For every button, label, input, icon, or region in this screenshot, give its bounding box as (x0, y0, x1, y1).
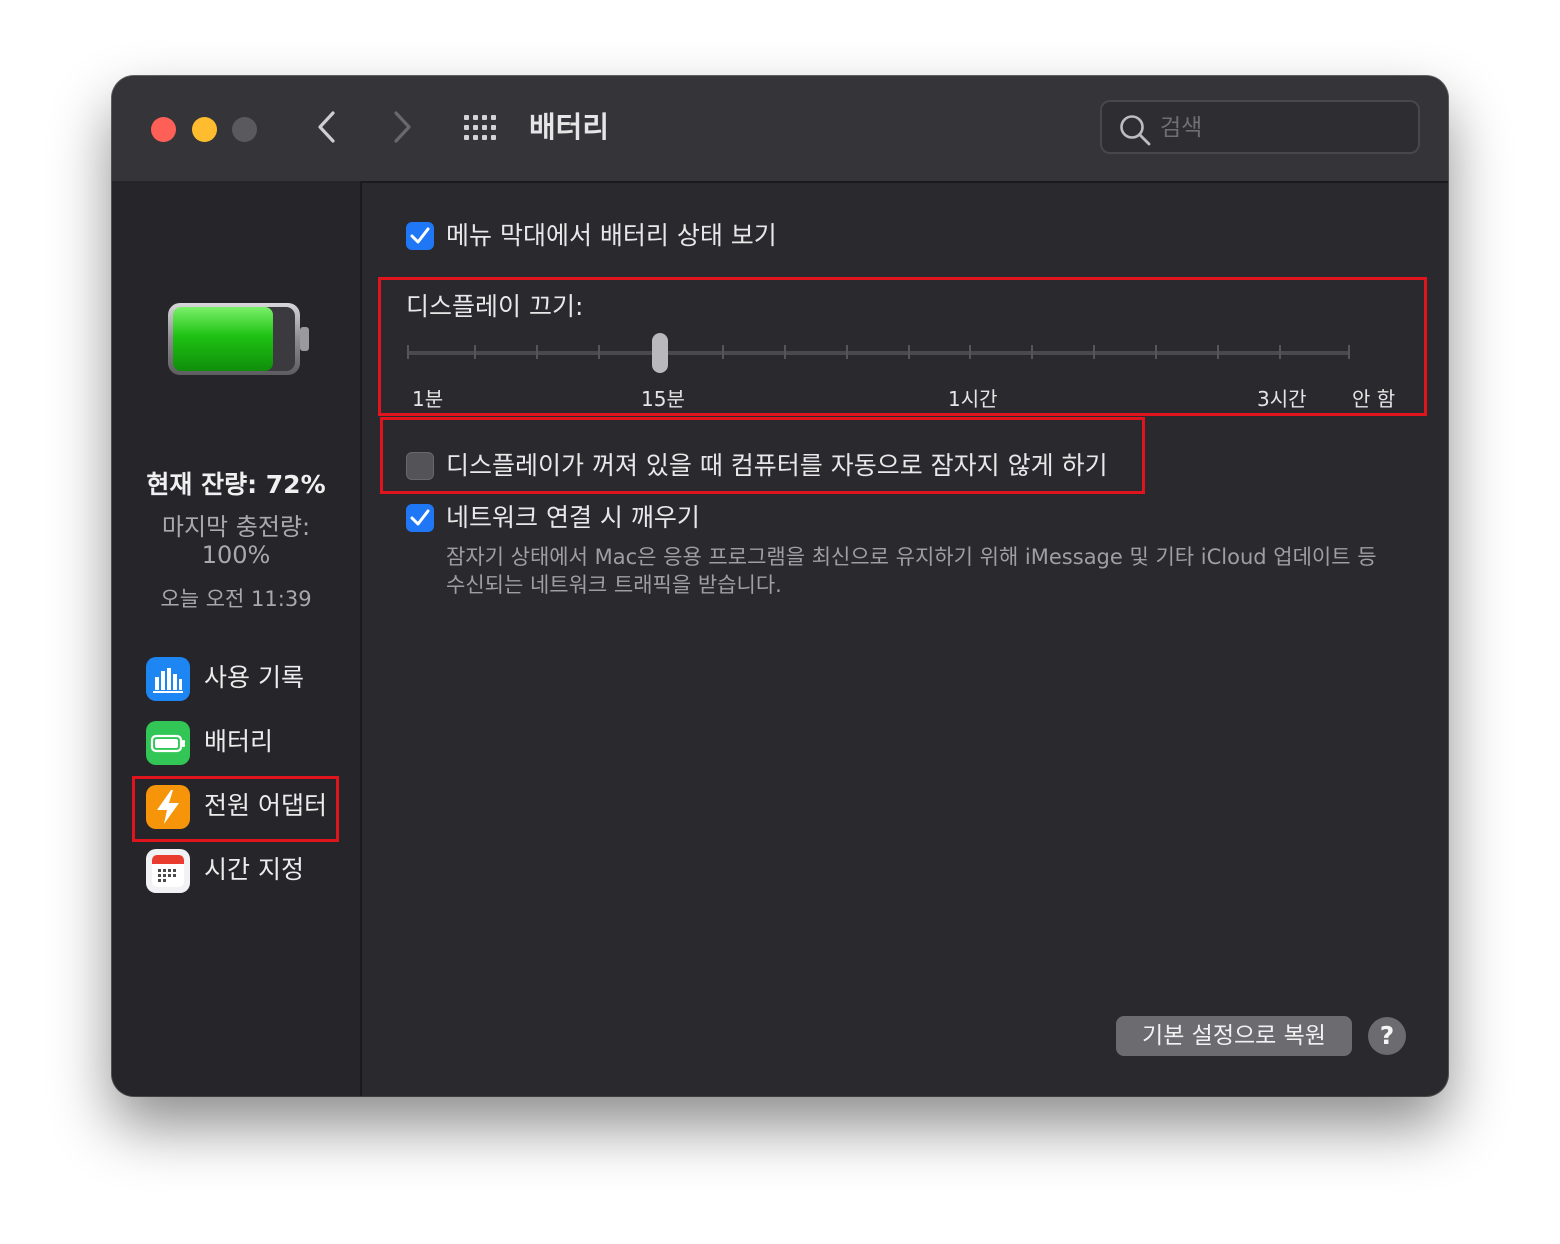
wake-network-checkbox[interactable] (406, 504, 434, 532)
checkmark-icon (410, 509, 430, 526)
search-field[interactable] (1100, 100, 1420, 154)
wake-network-description-line2: 수신되는 네트워크 트래픽을 받습니다. (446, 573, 782, 597)
help-button[interactable]: ? (1368, 1017, 1406, 1055)
sidebar-item-label: 사용 기록 (204, 663, 304, 692)
sidebar-item-label: 배터리 (204, 727, 274, 756)
battery-icon (146, 721, 190, 765)
wake-network-description-line1: 잠자기 상태에서 Mac은 응용 프로그램을 최신으로 유지하기 위해 iMes… (446, 545, 1377, 569)
battery-status-icon (168, 303, 309, 375)
sidebar-item-label: 시간 지정 (204, 855, 304, 884)
wake-network-label: 네트워크 연결 시 깨우기 (446, 503, 700, 532)
chevron-right-icon (394, 111, 411, 143)
show-all-button[interactable] (462, 113, 502, 143)
last-charge-value: 100% (201, 541, 271, 569)
search-icon (1120, 115, 1151, 146)
highlight-box-power-adapter (132, 776, 339, 842)
battery-level: 현재 잔량: 72% (146, 470, 326, 499)
minimize-button[interactable] (192, 117, 217, 142)
search-input[interactable] (1158, 110, 1412, 146)
highlight-box-prevent-sleep (380, 417, 1145, 494)
highlight-box-display-off (378, 277, 1427, 416)
preferences-window: 배터리 검색 현재 잔량: 72% 마지막 충전량: 100% 오늘 오전 11… (112, 76, 1448, 1096)
chevron-left-icon (318, 111, 335, 143)
sidebar-item-usage-history[interactable]: 사용 기록 (134, 650, 344, 708)
show-battery-status-checkbox[interactable] (406, 222, 434, 250)
title-bar: 배터리 (112, 76, 1448, 183)
sidebar-item-battery[interactable]: 배터리 (134, 714, 344, 772)
grid-icon (464, 115, 496, 140)
sidebar: 현재 잔량: 72% 마지막 충전량: 100% 오늘 오전 11:39 사용 … (112, 181, 362, 1096)
zoom-button[interactable] (232, 117, 257, 142)
last-charge-time: 오늘 오전 11:39 (160, 587, 312, 611)
checkmark-icon (410, 227, 430, 244)
last-charge-label: 마지막 충전량: (161, 513, 311, 541)
close-button[interactable] (151, 117, 176, 142)
sidebar-item-schedule[interactable]: 시간 지정 (134, 842, 344, 900)
chart-bars-icon (146, 657, 190, 701)
restore-defaults-button[interactable]: 기본 설정으로 복원 (1116, 1016, 1352, 1056)
window-title: 배터리 (529, 110, 610, 144)
calendar-icon (146, 849, 190, 893)
show-battery-status-label: 메뉴 막대에서 배터리 상태 보기 (446, 221, 777, 250)
forward-button[interactable] (382, 104, 422, 150)
back-button[interactable] (308, 104, 348, 150)
